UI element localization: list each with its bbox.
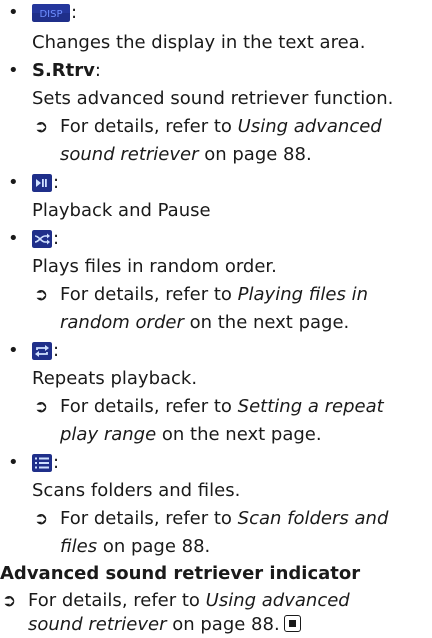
- arrow-icon: ➲: [34, 117, 49, 137]
- item-description: Plays files in random order.: [32, 256, 277, 277]
- svg-text:DISP: DISP: [39, 9, 62, 20]
- item-description: Changes the display in the text area.: [32, 32, 366, 53]
- end-mark-icon: [283, 615, 301, 632]
- arrow-icon: ➲: [34, 285, 49, 305]
- item-description: Sets advanced sound retriever function.: [32, 88, 394, 109]
- item-description: Playback and Pause: [32, 200, 211, 221]
- arrow-icon: ➲: [34, 397, 49, 417]
- bullet: •: [8, 2, 19, 23]
- item-label: S.Rtrv: [32, 60, 95, 81]
- item-description: Scans folders and files.: [32, 480, 241, 501]
- repeat-button-icon: [32, 342, 52, 360]
- scan-list-button-icon: [32, 454, 52, 472]
- disp-button-icon: DISP: [32, 4, 70, 22]
- play-pause-button-icon: [32, 174, 52, 192]
- arrow-icon: ➲: [2, 591, 17, 611]
- random-button-icon: [32, 230, 52, 248]
- arrow-icon: ➲: [34, 509, 49, 529]
- item-description: Repeats playback.: [32, 368, 198, 389]
- section-heading: Advanced sound retriever indicator: [0, 563, 361, 584]
